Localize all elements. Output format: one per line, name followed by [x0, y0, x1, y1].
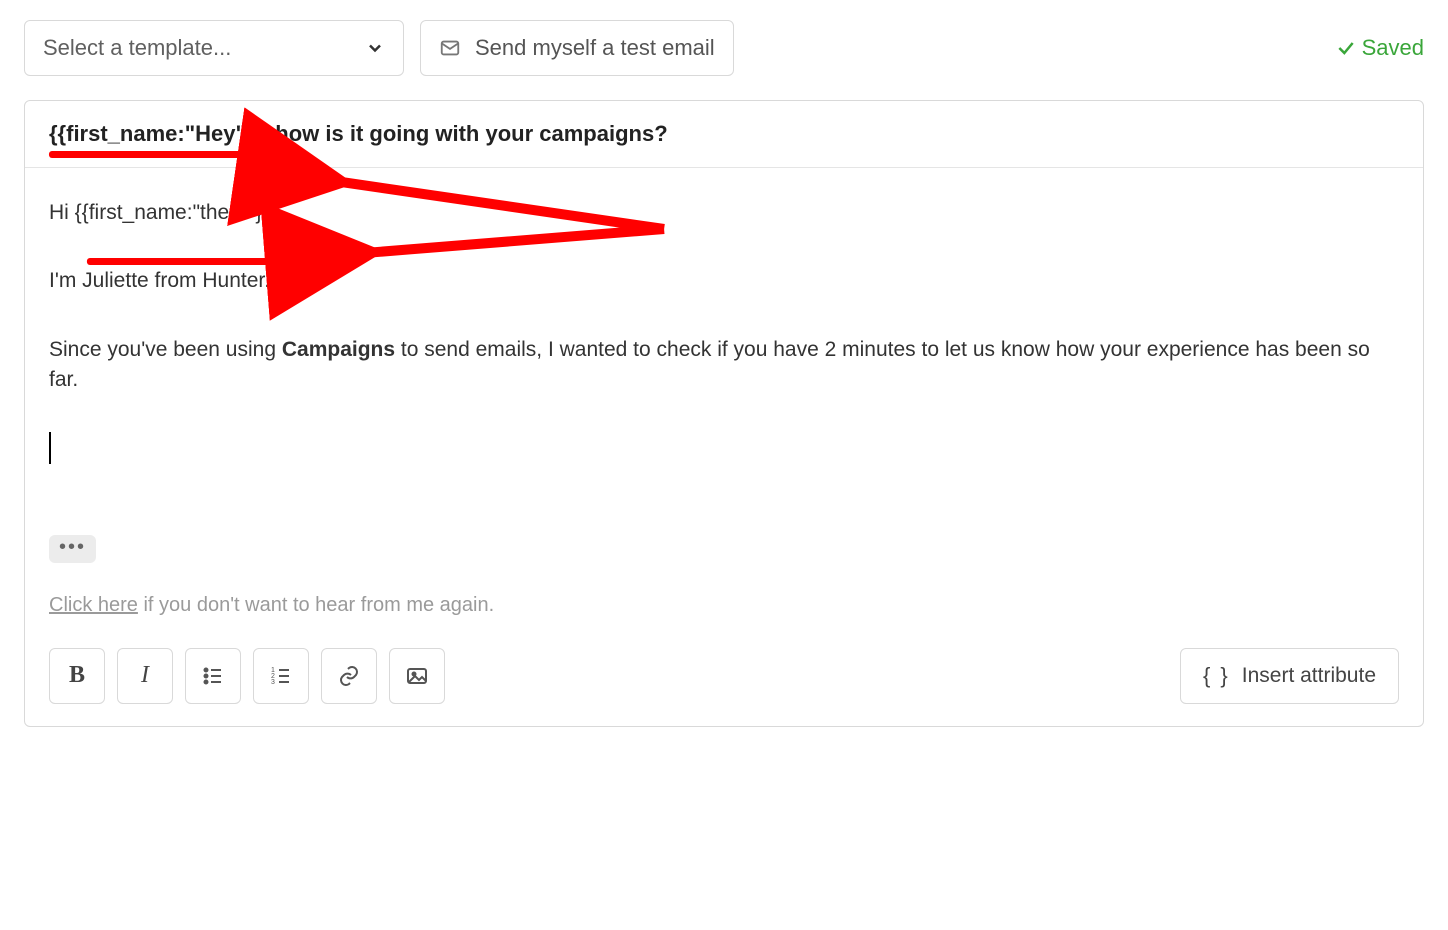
top-bar: Select a template... Send myself a test …	[24, 20, 1424, 76]
saved-indicator: Saved	[1336, 35, 1424, 61]
bold-button[interactable]: B	[49, 648, 105, 704]
numbered-list-button[interactable]: 1 2 3	[253, 648, 309, 704]
link-icon	[337, 664, 361, 688]
bullet-list-icon	[201, 664, 225, 688]
greeting-line: Hi {{first_name:"there"}},	[49, 198, 1399, 228]
subject-input[interactable]: {{first_name:"Hey"}}, how is it going wi…	[25, 101, 1423, 168]
send-test-email-label: Send myself a test email	[475, 35, 715, 61]
insert-attribute-button[interactable]: { } Insert attribute	[1180, 648, 1399, 704]
saved-label: Saved	[1362, 35, 1424, 61]
chevron-down-icon	[365, 38, 385, 58]
bullet-list-button[interactable]	[185, 648, 241, 704]
check-icon	[1336, 38, 1356, 58]
subject-text: , how is it going with your campaigns?	[263, 121, 668, 146]
italic-icon: I	[141, 662, 149, 689]
image-button[interactable]	[389, 648, 445, 704]
template-select-placeholder: Select a template...	[43, 35, 231, 61]
paragraph-2: Since you've been using Campaigns to sen…	[49, 335, 1399, 396]
braces-icon: { }	[1203, 663, 1230, 689]
send-test-email-button[interactable]: Send myself a test email	[420, 20, 734, 76]
insert-attribute-label: Insert attribute	[1242, 664, 1376, 688]
collapsed-content-toggle[interactable]: •••	[49, 532, 1399, 563]
svg-text:3: 3	[271, 679, 275, 686]
mail-icon	[439, 37, 461, 59]
italic-button[interactable]: I	[117, 648, 173, 704]
image-icon	[405, 664, 429, 688]
greeting-prefix: Hi	[49, 201, 75, 224]
ellipsis-icon: •••	[49, 535, 96, 563]
subject-token: {{first_name:"Hey"}}	[49, 121, 263, 146]
bold-icon: B	[69, 662, 85, 689]
p2-a: Since you've been using	[49, 338, 282, 361]
format-toolbar: B I 1 2 3	[25, 630, 1423, 726]
editor-card: {{first_name:"Hey"}}, how is it going wi…	[24, 100, 1424, 727]
greeting-token: {{first_name:"there"}}	[75, 201, 270, 224]
numbered-list-icon: 1 2 3	[269, 664, 293, 688]
text-cursor	[49, 434, 1399, 462]
p2-bold: Campaigns	[282, 338, 395, 361]
intro-line: I'm Juliette from Hunter.	[49, 266, 1399, 296]
template-select[interactable]: Select a template...	[24, 20, 404, 76]
greeting-suffix: ,	[269, 201, 275, 224]
link-button[interactable]	[321, 648, 377, 704]
unsubscribe-link[interactable]: Click here	[49, 594, 138, 616]
unsubscribe-line: Click here if you don't want to hear fro…	[49, 591, 1399, 620]
unsubscribe-rest: if you don't want to hear from me again.	[138, 594, 494, 616]
email-body-editor[interactable]: Hi {{first_name:"there"}}, I'm Juliette …	[25, 168, 1423, 630]
